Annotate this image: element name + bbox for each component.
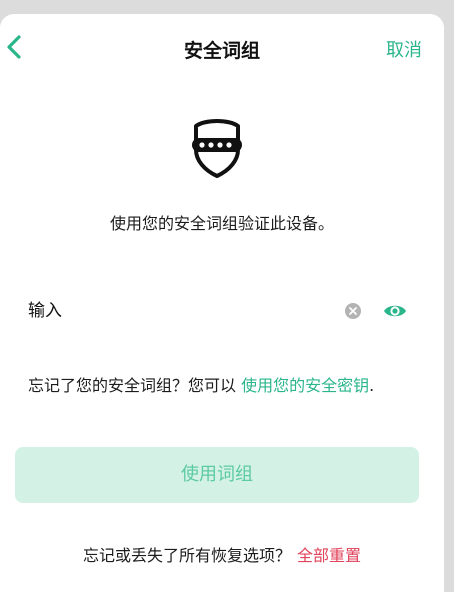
forgot-phrase-suffix: . — [369, 376, 375, 395]
phrase-input-row — [28, 296, 410, 326]
shield-keypad-icon — [192, 119, 242, 178]
cancel-button[interactable]: 取消 — [386, 36, 422, 62]
navigation-bar: 安全词组 取消 — [0, 14, 444, 78]
eye-icon[interactable] — [382, 300, 408, 322]
security-phrase-input[interactable] — [28, 296, 328, 326]
page-title: 安全词组 — [183, 40, 260, 62]
forgot-phrase-prefix: 忘记了您的安全词组？您可以 — [28, 376, 242, 395]
reset-all-text: 忘记或丢失了所有恢复选项？ 全部重置 — [0, 542, 444, 566]
reset-all-link[interactable]: 全部重置 — [297, 546, 361, 565]
use-security-key-link[interactable]: 使用您的安全密钥 — [241, 376, 369, 395]
forgot-phrase-text: 忘记了您的安全词组？您可以 使用您的安全密钥. — [28, 372, 374, 396]
instruction-text: 使用您的安全词组验证此设备。 — [109, 214, 334, 233]
use-phrase-button[interactable]: 使用词组 — [15, 447, 419, 503]
modal-sheet: 安全词组 取消 使用您的安全词组验证此设备。 忘记了您的安全词组？您可以 使用您… — [0, 14, 444, 592]
reset-prefix: 忘记或丢失了所有恢复选项？ — [82, 546, 291, 565]
clear-circle-icon[interactable] — [344, 302, 362, 320]
